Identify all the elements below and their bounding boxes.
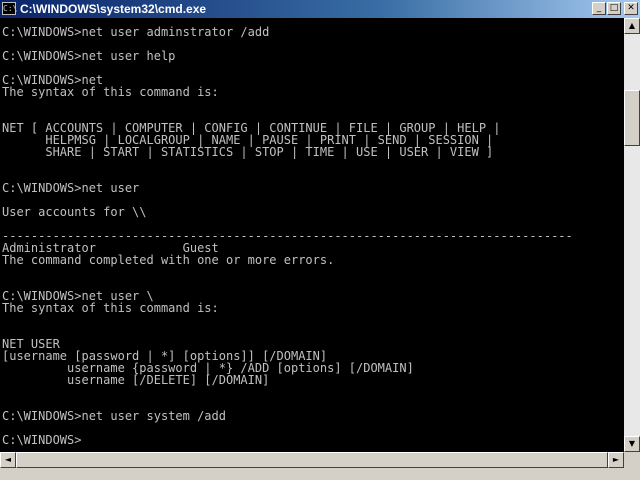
- console-line: C:\WINDOWS>: [2, 433, 82, 447]
- console-line: C:\WINDOWS>net user: [2, 181, 140, 195]
- console-output[interactable]: C:\WINDOWS>net user adminstrator /add C:\…: [0, 18, 624, 452]
- console-line: The syntax of this command is:: [2, 301, 219, 315]
- title-bar[interactable]: C:\ C:\WINDOWS\system32\cmd.exe _ □ ✕: [0, 0, 640, 18]
- scroll-up-button[interactable]: ▲: [624, 18, 640, 34]
- horizontal-scroll-thumb[interactable]: [16, 452, 608, 468]
- maximize-button[interactable]: □: [607, 2, 621, 15]
- cmd-icon: C:\: [2, 2, 18, 15]
- vertical-scroll-thumb[interactable]: [624, 90, 640, 146]
- console-line: C:\WINDOWS>net user system /add: [2, 409, 226, 423]
- scroll-left-button[interactable]: ◄: [0, 452, 16, 468]
- console-line: The syntax of this command is:: [2, 85, 219, 99]
- scroll-down-button[interactable]: ▼: [624, 436, 640, 452]
- minimize-button[interactable]: _: [592, 2, 606, 15]
- console-line: The command completed with one or more e…: [2, 253, 335, 267]
- console-line: SHARE | START | STATISTICS | STOP | TIME…: [2, 145, 494, 159]
- console-line: username [/DELETE] [/DOMAIN]: [2, 373, 270, 387]
- window-title: C:\WINDOWS\system32\cmd.exe: [20, 2, 207, 16]
- scroll-right-button[interactable]: ►: [608, 452, 624, 468]
- console-line: C:\WINDOWS>net user adminstrator /add: [2, 25, 270, 39]
- window-bottom-edge: [0, 468, 640, 480]
- console-line: User accounts for \\: [2, 205, 147, 219]
- console-line: C:\WINDOWS>net user help: [2, 49, 176, 63]
- vertical-scrollbar[interactable]: [624, 18, 640, 452]
- close-button[interactable]: ✕: [624, 2, 638, 15]
- scrollbar-corner: [624, 452, 640, 468]
